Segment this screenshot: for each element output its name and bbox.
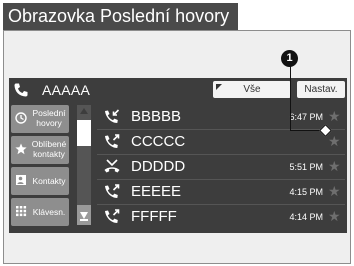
favorite-star-icon[interactable]: ★ <box>328 134 341 148</box>
recent-calls-screen: AAAAA Vše Nastav. Poslední hovory Oblíbe… <box>9 78 347 233</box>
call-time: 4:14 PM <box>289 212 323 222</box>
call-time: 5:51 PM <box>289 162 323 172</box>
call-row[interactable]: DDDDD 5:51 PM ★ <box>97 155 345 179</box>
call-row[interactable]: FFFFF 4:14 PM ★ <box>97 205 345 229</box>
caller-name: DDDDD <box>131 158 186 175</box>
settings-button[interactable]: Nastav. <box>297 81 345 98</box>
scroll-thumb[interactable] <box>77 120 91 146</box>
favorite-star-icon[interactable]: ★ <box>328 209 341 223</box>
call-row[interactable]: BBBBB 6:47 PM ★ <box>97 105 345 129</box>
call-row[interactable]: CCCCC ★ <box>97 130 345 154</box>
outgoing-call-icon <box>105 209 120 223</box>
callout-line <box>290 130 322 131</box>
contact-card-icon <box>16 175 26 185</box>
favorite-star-icon[interactable]: ★ <box>328 109 341 123</box>
caller-name: EEEEE <box>131 183 182 200</box>
scroll-up-icon <box>80 108 88 114</box>
filter-all-label: Vše <box>243 84 261 95</box>
caller-name: BBBBB <box>131 108 182 125</box>
sidebar-item-label: Oblíbené kontakty <box>31 139 67 159</box>
callout-badge: 1 <box>281 50 298 67</box>
sidebar-item-label: Kontakty <box>32 176 66 186</box>
phone-icon <box>14 83 28 97</box>
callout-line <box>290 65 291 131</box>
sidebar-item-recent-calls[interactable]: Poslední hovory <box>11 105 69 133</box>
keypad-icon <box>16 206 27 217</box>
connected-phone-name: AAAAA <box>42 82 91 98</box>
call-time: 6:47 PM <box>289 112 323 122</box>
favorite-star-icon[interactable]: ★ <box>328 184 341 198</box>
filter-all-button[interactable]: Vše <box>213 81 291 98</box>
caller-name: CCCCC <box>131 133 186 150</box>
sidebar-item-favorites[interactable]: Oblíbené kontakty <box>11 136 69 164</box>
favorite-star-icon[interactable]: ★ <box>328 159 341 173</box>
top-bar: AAAAA Vše Nastav. <box>9 78 347 102</box>
arrow-down-icon <box>80 212 88 219</box>
incoming-call-icon <box>105 109 120 123</box>
call-time: 4:15 PM <box>289 187 323 197</box>
outgoing-call-icon <box>105 134 120 148</box>
sidebar-item-contacts[interactable]: Kontakty <box>11 167 69 195</box>
star-icon <box>15 143 27 155</box>
triangle-icon <box>216 84 222 90</box>
sidebar-item-label: Klávesn. <box>32 207 66 217</box>
clock-icon <box>15 112 27 124</box>
arrow-down-bar <box>80 219 88 221</box>
page-title: Obrazovka Poslední hovory <box>3 3 238 30</box>
sidebar-item-keypad[interactable]: Klávesn. <box>11 198 69 226</box>
missed-call-icon <box>104 159 120 173</box>
outgoing-call-icon <box>105 184 120 198</box>
call-row[interactable]: EEEEE 4:15 PM ★ <box>97 180 345 204</box>
scroll-down-button[interactable] <box>77 205 91 225</box>
list-scrollbar[interactable] <box>77 105 91 225</box>
caller-name: FFFFF <box>131 208 177 225</box>
sidebar-item-label: Poslední hovory <box>32 108 66 128</box>
